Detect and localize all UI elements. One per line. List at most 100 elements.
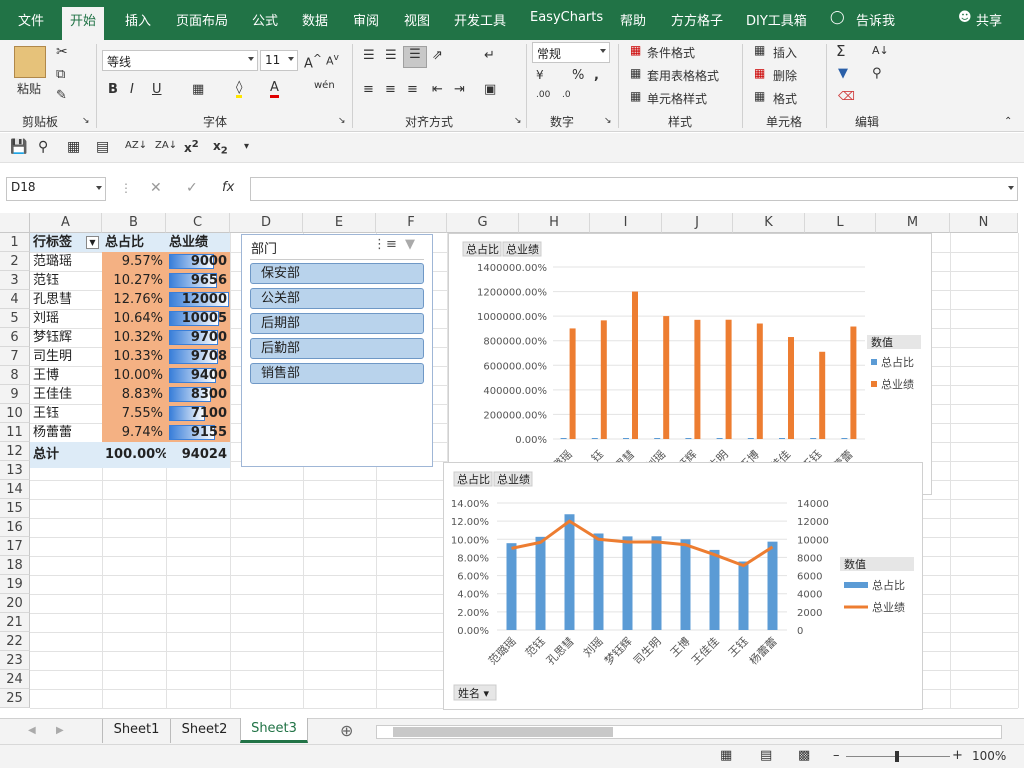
pivot-row-pct[interactable]: 10.27% [102, 271, 166, 290]
pivot-row-pct[interactable]: 10.33% [102, 347, 166, 366]
decrease-decimal-icon[interactable]: .0 [562, 90, 571, 100]
row-header-15[interactable]: 15 [0, 499, 30, 518]
format-cells-icon[interactable]: ▦ [754, 89, 765, 103]
row-header-13[interactable]: 13 [0, 461, 30, 480]
align-top-icon[interactable]: ☰ [363, 48, 375, 63]
decrease-indent-icon[interactable]: ⇤ [432, 82, 443, 97]
pivot-header-pct[interactable]: 总占比 [102, 233, 166, 252]
pivot-row-name[interactable]: 范璐瑶 [30, 252, 102, 271]
col-header-i[interactable]: I [590, 213, 662, 233]
row-header-12[interactable]: 12 [0, 442, 30, 461]
find-select-icon[interactable]: ⚲ [872, 66, 882, 81]
prev-sheet-icon[interactable]: ◀ [28, 725, 36, 736]
clipboard-launcher-icon[interactable]: ↘ [82, 116, 90, 126]
row-header-1[interactable]: 1 [0, 233, 30, 252]
row-header-5[interactable]: 5 [0, 309, 30, 328]
save-icon[interactable]: 💾 [10, 139, 27, 155]
collapse-ribbon-icon[interactable]: ⌃ [1004, 116, 1012, 127]
row-header-18[interactable]: 18 [0, 556, 30, 575]
pivot-chart-2[interactable]: 总占比 总业绩 14.00% 14000 12.00% 12000 10.00% 10000 8… [443, 462, 923, 710]
cell-style-icon[interactable]: ▦ [630, 89, 641, 103]
print-preview-icon[interactable]: ⚲ [38, 139, 48, 155]
col-header-k[interactable]: K [733, 213, 805, 233]
tab-view[interactable]: 视图 [404, 10, 430, 29]
pivot-row-pct[interactable]: 9.57% [102, 252, 166, 271]
pivot-row-name[interactable]: 范钰 [30, 271, 102, 290]
next-sheet-icon[interactable]: ▶ [56, 725, 64, 736]
alignment-launcher-icon[interactable]: ↘ [514, 116, 522, 126]
pivot-row-sales[interactable]: 10005 [166, 309, 230, 328]
row-header-23[interactable]: 23 [0, 651, 30, 670]
pivot-row-sales[interactable]: 12000 [166, 290, 230, 309]
pivot-total-pct[interactable]: 100.00% [102, 442, 166, 468]
font-size-combo[interactable]: 11 [260, 50, 298, 71]
sheet-tab-3-active[interactable]: Sheet3 [240, 718, 308, 743]
col-header-c[interactable]: C [166, 213, 230, 233]
table-format-icon[interactable]: ▦ [630, 66, 641, 80]
subscript-icon[interactable]: x2 [213, 139, 228, 156]
wrap-text-icon[interactable]: ↵ [484, 48, 495, 63]
tab-data[interactable]: 数据 [302, 10, 328, 29]
tab-home[interactable]: 开始 [62, 7, 105, 40]
normal-view-icon[interactable]: ▦ [720, 748, 732, 763]
department-slicer[interactable]: 部门 ⋮≡ ▼ 保安部 公关部 后期部 后勤部 销售部 [241, 234, 433, 467]
copy-icon[interactable]: ⧉ [56, 67, 65, 82]
sort-desc-icon[interactable]: ZA↓ [155, 140, 177, 151]
sort-asc-icon[interactable]: AZ↓ [125, 140, 147, 151]
tab-insert[interactable]: 插入 [125, 10, 151, 29]
pivot-row-sales[interactable]: 9155 [166, 423, 230, 442]
tab-diy[interactable]: DIY工具箱 [746, 10, 807, 29]
zoom-out-icon[interactable]: – [833, 748, 840, 763]
orientation-icon[interactable]: ⇗ [432, 48, 443, 63]
row-header-2[interactable]: 2 [0, 252, 30, 271]
font-name-combo[interactable]: 等线 [102, 50, 258, 71]
tab-formulas[interactable]: 公式 [252, 10, 278, 29]
row-header-21[interactable]: 21 [0, 613, 30, 632]
row-header-17[interactable]: 17 [0, 537, 30, 556]
row-header-19[interactable]: 19 [0, 575, 30, 594]
sheet-tab-1[interactable]: Sheet1 [102, 719, 170, 743]
insert-cells-button[interactable]: 插入 [773, 44, 797, 61]
tab-developer[interactable]: 开发工具 [454, 10, 506, 29]
col-header-b[interactable]: B [102, 213, 166, 233]
pivot-total-sales[interactable]: 94024 [166, 442, 230, 468]
font-launcher-icon[interactable]: ↘ [338, 116, 346, 126]
pivot-row-pct[interactable]: 10.64% [102, 309, 166, 328]
cell-style-button[interactable]: 单元格样式 [647, 90, 707, 107]
row-header-25[interactable]: 25 [0, 689, 30, 708]
insert-function-icon[interactable]: fx [222, 180, 234, 195]
row-header-6[interactable]: 6 [0, 328, 30, 347]
col-header-n[interactable]: N [950, 213, 1018, 233]
select-all-corner[interactable] [0, 213, 30, 233]
sheet-tab-2[interactable]: Sheet2 [170, 719, 238, 743]
decrease-font-icon[interactable]: Av [326, 52, 339, 68]
scrollbar-thumb[interactable] [393, 727, 613, 737]
increase-decimal-icon[interactable]: .00 [536, 90, 550, 100]
pivot-row-name[interactable]: 杨蕾蕾 [30, 423, 102, 442]
slicer-item-post[interactable]: 后期部 [250, 313, 424, 334]
phonetic-icon[interactable]: wén [314, 80, 335, 91]
italic-icon[interactable]: I [130, 82, 134, 97]
tab-review[interactable]: 审阅 [353, 10, 379, 29]
slicer-item-logistics[interactable]: 后勤部 [250, 338, 424, 359]
font-color-icon[interactable]: A [270, 80, 279, 98]
col-header-g[interactable]: G [447, 213, 519, 233]
border-icon[interactable]: ▦ [192, 82, 204, 97]
row-header-22[interactable]: 22 [0, 632, 30, 651]
zoom-slider-thumb[interactable] [895, 751, 899, 762]
pivot-row-name[interactable]: 王佳佳 [30, 385, 102, 404]
clear-icon[interactable]: ⌫ [838, 89, 855, 103]
increase-font-icon[interactable]: A^ [304, 52, 322, 71]
row-header-10[interactable]: 10 [0, 404, 30, 423]
multi-select-icon[interactable]: ⋮≡ [373, 237, 397, 252]
horizontal-scrollbar[interactable] [376, 725, 1002, 739]
zoom-level[interactable]: 100% [972, 749, 1006, 763]
underline-icon[interactable]: U [152, 82, 162, 97]
pivot-row-pct[interactable]: 9.74% [102, 423, 166, 442]
slicer-item-sales[interactable]: 销售部 [250, 363, 424, 384]
merge-center-icon[interactable]: ▣ [484, 82, 496, 97]
bold-icon[interactable]: B [108, 82, 118, 97]
row-header-11[interactable]: 11 [0, 423, 30, 442]
row-header-8[interactable]: 8 [0, 366, 30, 385]
share-button[interactable]: 共享 [976, 10, 1002, 29]
